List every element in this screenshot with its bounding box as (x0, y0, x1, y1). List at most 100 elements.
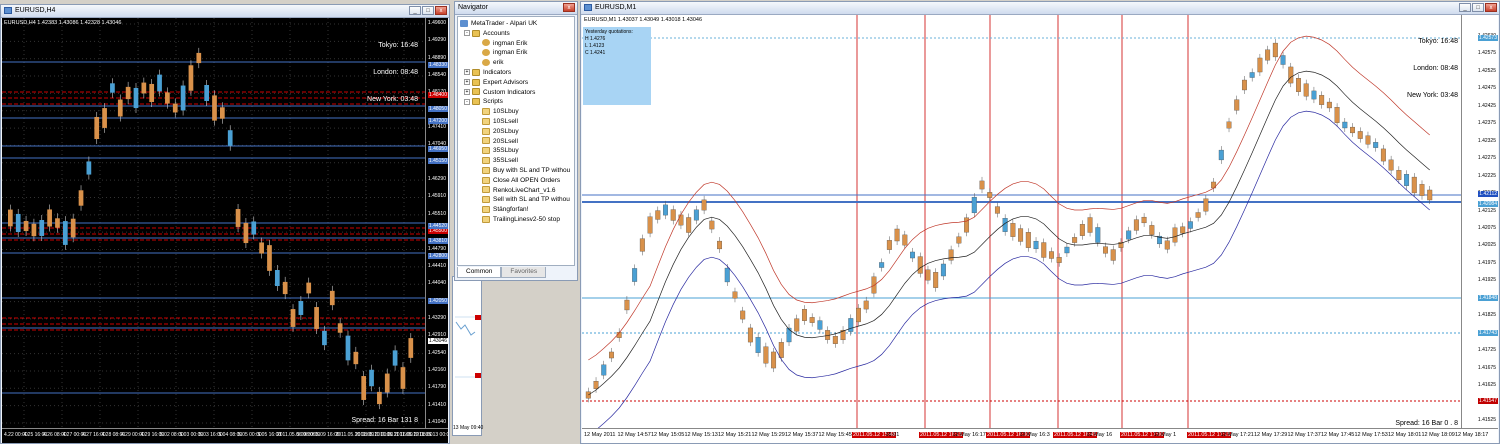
expand-toggle-icon[interactable]: + (464, 69, 470, 76)
m1-price-label: 1.42275 (1477, 155, 1496, 162)
script-icon (482, 137, 490, 145)
tree-script-item[interactable]: 20SLsell (482, 137, 518, 147)
quotations-close: C 1.4241 (585, 50, 606, 56)
tree-account-item[interactable]: ingman Erik (482, 39, 527, 49)
background-chart-window[interactable]: 13 May 09:40 (452, 276, 483, 436)
h4-price-scale[interactable]: 1.496001.492901.488901.485401.481701.477… (425, 18, 448, 429)
m1-candle (1396, 170, 1402, 180)
m1-price-scale[interactable]: 1.426301.425751.425251.424751.424251.423… (1461, 15, 1498, 429)
m1-time-scale[interactable]: 12 May 2011 12 May 14:57 12 May 15:05 12 Ma… (582, 428, 1498, 443)
m1-price-box: 1.42573 (1477, 35, 1498, 41)
m1-candle (1211, 181, 1217, 189)
h4-chart-canvas[interactable]: EURUSD,H4 1.42383 1.43086 1.42328 1.4304… (2, 18, 448, 443)
m1-candle (1334, 107, 1340, 123)
expand-toggle-icon[interactable]: + (464, 79, 470, 86)
m1-candle (1388, 159, 1394, 171)
m1-price-box: 1.42084 (1477, 201, 1498, 207)
h4-candle (86, 161, 92, 175)
script-icon (482, 147, 490, 155)
maximize-button[interactable]: □ (422, 6, 434, 15)
tab-common[interactable]: Common (457, 267, 502, 278)
h4-candle (39, 220, 45, 236)
tree-script-item[interactable]: Sell with SL and TP withou (482, 195, 570, 205)
tree-script-item[interactable]: 10SLbuy (482, 107, 519, 117)
tree-script-item[interactable]: 35SLbuy (482, 146, 519, 156)
h4-titlebar[interactable]: EURUSD,H4 _ □ x (1, 5, 449, 18)
minimize-button[interactable]: _ (409, 6, 421, 15)
quotations-title: Yesterday quotations: (585, 29, 633, 35)
m1-candle (1049, 251, 1054, 259)
h4-time-scale[interactable]: 4.22 00:00 4.25 16:00 4.26 08:00 4.27 00:00… (2, 428, 448, 443)
chart-window-icon (584, 4, 592, 11)
tree-expert-advisors[interactable]: + Expert Advisors (464, 78, 528, 88)
m1-candle (1025, 232, 1031, 248)
h4-window-title: EURUSD,H4 (15, 7, 56, 14)
tree-script-item[interactable]: RenkoLiveChart_v1.6 (482, 186, 556, 196)
navigator-tabs: Common Favorites (457, 267, 547, 278)
m1-candle (1095, 227, 1101, 243)
expand-toggle-icon[interactable]: - (464, 30, 470, 37)
tree-account-item[interactable]: erik (482, 58, 503, 68)
tree-script-item[interactable]: 35SLsell (482, 156, 518, 166)
m1-candle (1288, 66, 1294, 84)
close-button[interactable]: x (1485, 3, 1497, 12)
tree-script-item[interactable]: 10SLsell (482, 117, 518, 127)
clock-tokyo: Tokyo: 16:48 (1418, 38, 1458, 45)
h4-blue-price-box: 1.44520 (427, 223, 448, 229)
m1-candle (1218, 149, 1224, 161)
tree-root[interactable]: MetaTrader - Alpari UK (460, 19, 537, 29)
m1-candle (1357, 131, 1363, 139)
h4-time-label: 2011.05.13 00:00 (413, 432, 449, 438)
h4-price-label: 1.41410 (427, 401, 446, 408)
h4-plot[interactable] (2, 18, 426, 429)
m1-candle (1141, 216, 1147, 224)
m1-price-label: 1.42425 (1477, 102, 1496, 109)
tab-favorites[interactable]: Favorites (501, 267, 547, 278)
tree-scripts[interactable]: - Scripts (464, 97, 503, 107)
m1-chart-window[interactable]: EURUSD,M1 _ □ x EURUSD,M1 1.43037 1.4304… (580, 1, 1500, 444)
folder-icon (472, 88, 480, 96)
maximize-button[interactable]: □ (1472, 3, 1484, 12)
m1-clock: Tokyo: 16:48 London: 08:48 New York: 03:… (1407, 19, 1458, 118)
navigator-panel[interactable]: Navigator x MetaTrader - Alpari UK - Accou… (454, 1, 578, 281)
close-button[interactable]: x (435, 6, 447, 15)
expand-toggle-icon[interactable]: - (464, 98, 470, 105)
m1-candle (709, 220, 715, 230)
h4-candle (392, 350, 398, 366)
m1-price-label: 1.41675 (1477, 364, 1496, 371)
m1-time-label: 12 May 15:21 (718, 432, 752, 438)
navigator-close-button[interactable]: x (563, 3, 575, 12)
minimize-button[interactable]: _ (1459, 3, 1471, 12)
tree-script-item[interactable]: TrailingLinesv2-50 stop (482, 215, 560, 225)
navigator-tree[interactable]: MetaTrader - Alpari UK - Accounts ingman Er… (457, 16, 575, 266)
expand-toggle-icon[interactable]: + (464, 88, 470, 95)
m1-time-label: 12 May 17:53 (1354, 432, 1388, 438)
h4-price-label: 1.48890 (427, 54, 446, 61)
h4-chart-window[interactable]: EURUSD,H4 _ □ x EURUSD,H4 1.42383 1.4308… (0, 4, 450, 444)
m1-candle (1342, 121, 1348, 129)
clock-newyork: New York: 03:48 (1407, 92, 1458, 99)
m1-titlebar[interactable]: EURUSD,M1 _ □ x (581, 2, 1499, 15)
m1-candle (879, 262, 885, 268)
m1-candle (1126, 230, 1132, 240)
tree-script-item[interactable]: Buy with SL and TP withou (482, 166, 570, 176)
tree-script-item[interactable]: 20SLbuy (482, 127, 519, 137)
m1-candle (1056, 257, 1062, 263)
h4-price-label: 1.42540 (427, 349, 446, 356)
tree-custom-indicators[interactable]: + Custom Indicators (464, 88, 535, 98)
clock-tokyo: Tokyo: 16:48 (378, 42, 418, 49)
h4-candle (15, 213, 21, 233)
m1-candle (1133, 219, 1139, 231)
m1-time-label: 12 May 15:37 (785, 432, 819, 438)
navigator-titlebar[interactable]: Navigator x (455, 2, 577, 15)
m1-price-label: 1.42375 (1477, 120, 1496, 127)
chart-window-icon (4, 7, 12, 14)
tree-accounts[interactable]: - Accounts (464, 29, 510, 39)
tree-account-item[interactable]: ingman Erik (482, 48, 527, 58)
m1-plot[interactable] (582, 15, 1462, 429)
yesterday-quotations-box: Yesterday quotations: H 1.4276 L 1.4123 … (583, 27, 651, 105)
tree-indicators[interactable]: + Indicators (464, 68, 511, 78)
m1-chart-canvas[interactable]: EURUSD,M1 1.43037 1.43049 1.43018 1.4304… (582, 15, 1498, 443)
tree-script-item[interactable]: Stängforfan! (482, 205, 528, 215)
tree-script-item[interactable]: Close All OPEN Orders (482, 176, 560, 186)
